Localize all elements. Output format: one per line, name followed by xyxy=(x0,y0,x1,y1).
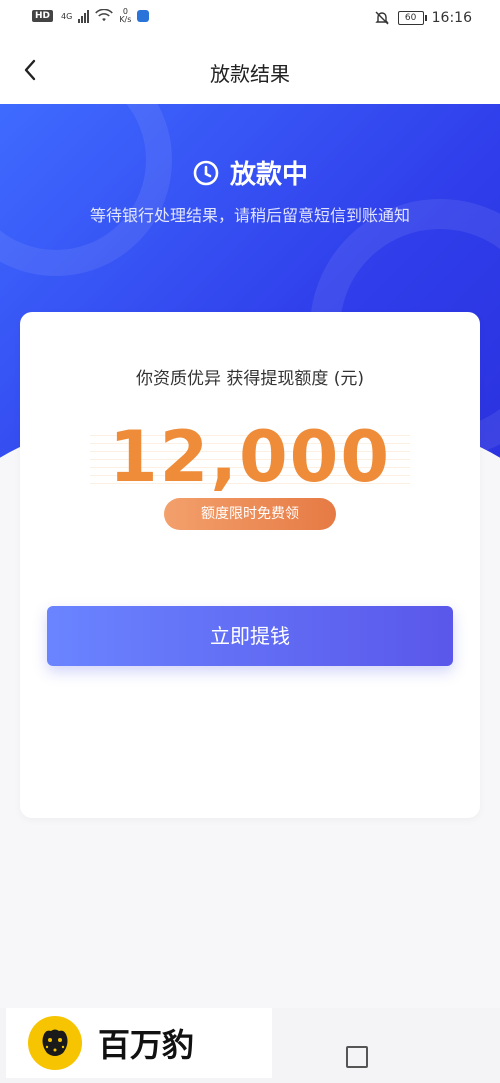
clock-icon xyxy=(193,160,219,185)
loan-status-title: 放款中 xyxy=(229,160,308,190)
mute-bell-icon xyxy=(374,11,389,25)
credit-card-panel: 你资质优异 获得提现额度 (元) 12,000 额度限时免费领 立即提钱 xyxy=(20,312,480,818)
app-notification-icon xyxy=(137,10,150,22)
leopard-head-icon xyxy=(42,1029,68,1056)
leopard-logo-icon xyxy=(28,1016,82,1070)
amount-block: 12,000 xyxy=(90,416,410,498)
loan-status-row: 放款中 xyxy=(0,154,500,191)
battery-level: 60 xyxy=(404,13,417,23)
hd-badge: HD xyxy=(32,10,54,22)
loan-status-subtitle: 等待银行处理结果，请稍后留意短信到账通知 xyxy=(89,206,410,225)
clock-time: 16:16 xyxy=(431,10,472,26)
page-header: 放款结果 xyxy=(0,40,500,104)
status-right: 60 16:16 xyxy=(374,10,472,26)
limit-badge: 额度限时免费领 xyxy=(164,498,336,530)
bottom-bar: 百万豹 xyxy=(0,1008,500,1083)
net-speed: 0 K/s xyxy=(119,8,131,24)
net-speed-unit: K/s xyxy=(119,15,132,24)
page-title: 放款结果 xyxy=(210,62,290,86)
recent-apps-button[interactable] xyxy=(346,1046,368,1068)
brand-name: 百万豹 xyxy=(98,1026,195,1064)
brand-watermark: 百万豹 xyxy=(6,1008,272,1078)
status-bar: HD 4G 0 K/s 60 16:16 xyxy=(0,0,500,40)
credit-caption: 你资质优异 获得提现额度 (元) xyxy=(135,369,365,389)
battery-icon: 60 xyxy=(397,11,427,25)
wifi-icon xyxy=(95,9,114,22)
credit-amount: 12,000 xyxy=(108,416,392,498)
network-type: 4G xyxy=(61,11,73,21)
withdraw-button[interactable]: 立即提钱 xyxy=(47,606,453,666)
signal-icon xyxy=(78,9,90,23)
status-left: HD 4G 0 K/s xyxy=(32,8,150,24)
